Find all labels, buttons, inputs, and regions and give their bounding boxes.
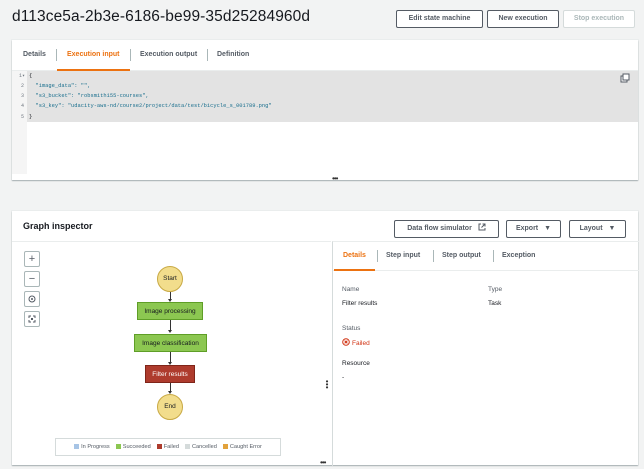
layout-label: Layout <box>579 225 603 232</box>
type-label: Type <box>488 286 503 293</box>
fold-arrow-icon[interactable]: ▾ <box>22 73 25 79</box>
data-flow-simulator-label: Data flow simulator <box>407 225 472 232</box>
center-icon[interactable] <box>24 291 40 307</box>
arrow-icon <box>168 383 172 394</box>
code-line: "image_data": "", <box>29 83 91 89</box>
failed-status-icon <box>342 338 350 346</box>
legend-swatch <box>74 444 80 450</box>
code-line: } <box>29 114 33 120</box>
legend-label: Cancelled <box>191 444 217 450</box>
tab-details[interactable]: Details <box>23 40 46 70</box>
legend-swatch <box>115 444 121 450</box>
line-number: 1 <box>18 73 22 79</box>
legend-swatch <box>222 444 228 450</box>
legend-swatch <box>184 444 190 450</box>
caret-down-icon: ▼ <box>608 225 616 232</box>
legend-cancelled: Cancelled <box>184 444 217 450</box>
legend-label: Failed <box>163 444 179 450</box>
tab-execution-input[interactable]: Execution input <box>57 40 129 71</box>
arrow-icon <box>168 352 172 365</box>
resize-handle-icon[interactable]: ••• <box>332 174 338 183</box>
legend-in-progress: In Progress <box>74 444 110 450</box>
step-tabs: Details Step input Step output Exception <box>333 242 639 271</box>
tab-definition[interactable]: Definition <box>217 40 249 70</box>
tab-step-details[interactable]: Details <box>334 242 375 271</box>
line-number: 5 <box>20 114 24 120</box>
caret-down-icon: ▼ <box>544 225 552 232</box>
type-value: Task <box>488 300 502 307</box>
graph-canvas[interactable]: + − Start Image processing Image classif… <box>12 241 331 466</box>
tab-step-output[interactable]: Step output <box>442 242 481 270</box>
code-line: "s3_key": "udacity-aws-nd/course2/projec… <box>29 103 272 109</box>
filter-results-node[interactable]: Filter results <box>145 365 195 383</box>
zoom-in-icon[interactable]: + <box>24 251 40 267</box>
resize-handle-icon[interactable]: ••• <box>320 458 326 467</box>
line-number: 3 <box>20 93 24 99</box>
legend-label: Succeeded <box>122 444 151 450</box>
tab-separator <box>433 250 434 262</box>
tab-execution-output[interactable]: Execution output <box>140 40 197 70</box>
line-number: 4 <box>20 103 24 109</box>
execution-details-panel: Details Execution input Execution output… <box>12 40 638 183</box>
external-link-icon <box>478 223 486 231</box>
tab-separator <box>377 250 378 262</box>
tab-step-input[interactable]: Step input <box>386 242 420 270</box>
image-processing-node[interactable]: Image processing <box>137 302 203 320</box>
code-line: { <box>29 73 33 79</box>
edit-state-machine-button[interactable]: Edit state machine <box>396 10 483 28</box>
status-value: Failed <box>342 338 370 347</box>
end-node[interactable]: End <box>157 394 183 420</box>
stop-execution-button: Stop execution <box>563 10 635 28</box>
graph-inspector-title: Graph inspector <box>23 221 93 231</box>
export-button[interactable]: Export ▼ <box>506 220 561 238</box>
status-text: Failed <box>352 340 370 347</box>
legend-caught-error: Caught Error <box>222 444 262 450</box>
pane-resize-handle-icon[interactable]: • • • <box>325 378 329 392</box>
data-flow-simulator-button[interactable]: Data flow simulator <box>394 220 499 238</box>
legend-succeeded: Succeeded <box>115 444 151 450</box>
tab-separator <box>207 49 208 61</box>
layout-button[interactable]: Layout ▼ <box>569 220 626 238</box>
start-node[interactable]: Start <box>157 266 183 292</box>
arrow-icon <box>168 320 172 333</box>
tab-separator <box>130 49 131 61</box>
legend-label: In Progress <box>81 444 110 450</box>
tab-exception[interactable]: Exception <box>502 242 535 270</box>
name-value: Filter results <box>342 300 378 307</box>
arrow-icon <box>168 292 172 302</box>
code-line: "s3_bucket": "robsmith155-courses", <box>29 93 149 99</box>
graph-inspector-panel: Graph inspector Data flow simulator Expo… <box>12 211 639 466</box>
resource-value: - <box>342 374 345 381</box>
legend-swatch <box>156 444 162 450</box>
tab-separator <box>56 49 57 61</box>
legend-failed: Failed <box>156 444 179 450</box>
copy-icon[interactable] <box>620 73 630 83</box>
legend-label: Caught Error <box>229 444 262 450</box>
image-classification-node[interactable]: Image classification <box>134 334 207 352</box>
details-tabs: Details Execution input Execution output… <box>12 40 638 71</box>
code-editor[interactable]: 1 ▾ 2 3 4 5 { "image_data": "", "s3_buck… <box>12 71 638 174</box>
name-label: Name <box>342 286 360 293</box>
tab-separator <box>493 250 494 262</box>
execution-title: d113ce5a-2b3e-6186-be99-35d25284960d <box>12 8 311 25</box>
step-details-pane: Details Step input Step output Exception… <box>332 241 639 466</box>
status-label: Status <box>342 325 361 332</box>
fit-screen-icon[interactable] <box>24 311 40 327</box>
status-legend: In Progress Succeeded Failed Cancelled C… <box>55 438 281 456</box>
new-execution-button[interactable]: New execution <box>487 10 559 28</box>
resource-label: Resource <box>342 360 370 367</box>
zoom-out-icon[interactable]: − <box>24 271 40 287</box>
export-label: Export <box>515 225 539 232</box>
line-number: 2 <box>20 83 24 89</box>
